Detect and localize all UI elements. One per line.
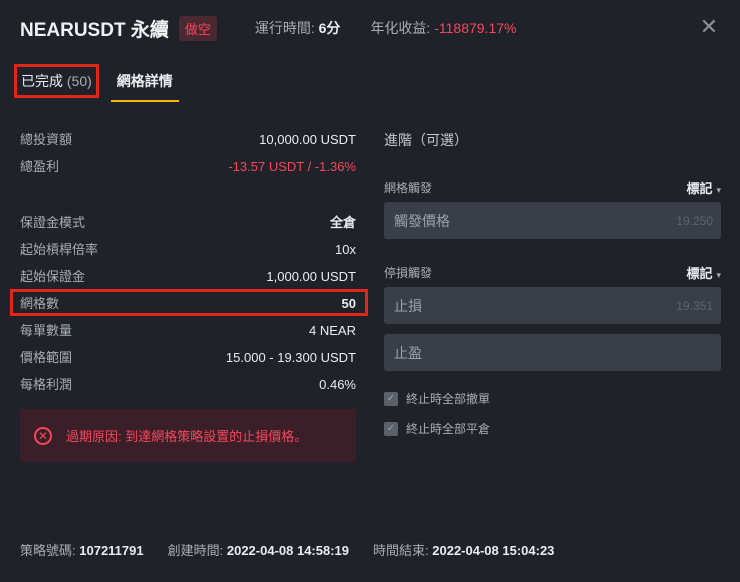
- strategy-id: 策略號碼: 107211791: [20, 540, 144, 559]
- input-value: 19.351: [676, 298, 713, 313]
- annual-return-value: -118879.17%: [434, 20, 517, 36]
- stop-trigger-header: 停損觸發 標記 ▾: [384, 263, 721, 281]
- detail-row-qty-per-order: 每單數量 4 NEAR: [20, 317, 356, 344]
- short-badge: 做空: [178, 15, 217, 41]
- input-placeholder: 止盈: [394, 344, 422, 361]
- detail-label: 起始槓桿倍率: [20, 242, 99, 257]
- detail-row-price-range: 價格範圍 15.000 - 19.300 USDT: [20, 344, 356, 371]
- detail-label: 每格利潤: [20, 377, 73, 392]
- detail-label: 起始保證金: [20, 269, 86, 284]
- tab-completed-count: (50): [66, 73, 92, 89]
- expiry-alert: ✕ 過期原因: 到達網格策略設置的止損價格。: [20, 409, 356, 462]
- tab-completed[interactable]: 已完成 (50): [14, 64, 99, 98]
- trigger-price-input[interactable]: 觸發價格 19.250: [384, 202, 721, 239]
- created-time-label: 創建時間:: [167, 543, 224, 558]
- detail-value: 10,000.00 USDT: [259, 132, 356, 147]
- input-value: 19.250: [676, 213, 713, 228]
- detail-row-total-profit: 總盈利 -13.57 USDT / -1.36%: [20, 153, 356, 180]
- detail-row-margin-mode: 保證金模式 全倉: [20, 209, 356, 236]
- end-time-value: 2022-04-08 15:04:23: [432, 543, 555, 558]
- cancel-all-checkbox[interactable]: ✓: [384, 391, 398, 406]
- input-placeholder: 止損: [394, 297, 422, 314]
- advanced-panel: 進階（可選） 網格觸發 標記 ▾ 觸發價格 19.250 停損觸發 標記 ▾ 止損 …: [384, 126, 721, 436]
- detail-value: 0.46%: [319, 377, 356, 392]
- detail-row-total-investment: 總投資額 10,000.00 USDT: [20, 126, 356, 153]
- error-icon: ✕: [34, 426, 52, 445]
- footer: 策略號碼: 107211791 創建時間: 2022-04-08 14:58:1…: [20, 540, 554, 559]
- select-value: 標記: [686, 180, 713, 196]
- header: NEARUSDT 永續 做空 運行時間: 6分 年化收益: -118879.17…: [20, 14, 720, 42]
- stop-loss-input[interactable]: 止損 19.351: [384, 287, 721, 324]
- grid-details-panel: 總投資額 10,000.00 USDT 總盈利 -13.57 USDT / -1…: [20, 126, 356, 398]
- select-value: 標記: [686, 265, 713, 281]
- tab-completed-label: 已完成: [21, 73, 63, 89]
- detail-label: 總盈利: [20, 159, 60, 174]
- close-all-checkbox[interactable]: ✓: [384, 421, 398, 436]
- detail-label: 保證金模式: [20, 215, 86, 230]
- detail-value: 4 NEAR: [309, 323, 356, 338]
- detail-value: 15.000 - 19.300 USDT: [225, 350, 356, 365]
- annual-return-label: 年化收益:: [370, 20, 431, 36]
- detail-value: 全倉: [329, 215, 356, 230]
- cancel-all-on-stop-option: ✓ 終止時全部撤單: [384, 391, 721, 406]
- checkbox-label: 終止時全部平倉: [406, 422, 491, 436]
- detail-value: -13.57 USDT / -1.36%: [228, 159, 356, 174]
- detail-label: 每單數量: [20, 323, 73, 338]
- runtime-value: 6分: [318, 20, 341, 36]
- tab-bar: 已完成 (50) 網格詳情: [14, 64, 179, 104]
- strategy-id-value: 107211791: [79, 543, 144, 558]
- detail-label: 總投資額: [20, 132, 73, 147]
- detail-row-profit-per-grid: 每格利潤 0.46%: [20, 371, 356, 398]
- annual-return: 年化收益: -118879.17%: [370, 18, 516, 38]
- detail-row-leverage: 起始槓桿倍率 10x: [20, 236, 356, 263]
- detail-row-initial-margin: 起始保證金 1,000.00 USDT: [20, 263, 356, 290]
- input-placeholder: 觸發價格: [394, 212, 450, 229]
- stop-trigger-price-type-select[interactable]: 標記 ▾: [686, 263, 721, 282]
- checkbox-label: 終止時全部撤單: [406, 392, 491, 406]
- end-time-label: 時間結束:: [373, 543, 429, 558]
- page-title: NEARUSDT 永續: [20, 19, 169, 41]
- created-time-value: 2022-04-08 14:58:19: [226, 543, 350, 558]
- end-time: 時間結束: 2022-04-08 15:04:23: [373, 540, 554, 559]
- grid-trigger-price-type-select[interactable]: 標記 ▾: [686, 178, 721, 197]
- created-time: 創建時間: 2022-04-08 14:58:19: [168, 540, 349, 559]
- chevron-down-icon: ▾: [716, 184, 721, 195]
- runtime: 運行時間: 6分: [255, 18, 341, 38]
- grid-trigger-label: 網格觸發: [384, 180, 433, 195]
- close-icon[interactable]: ✕: [698, 16, 720, 38]
- close-all-on-stop-option: ✓ 終止時全部平倉: [384, 421, 721, 436]
- detail-value: 10x: [335, 242, 356, 257]
- stop-trigger-label: 停損觸發: [384, 265, 433, 280]
- grid-count-highlight-box: [10, 289, 368, 316]
- detail-label: 價格範圍: [20, 350, 73, 365]
- take-profit-input[interactable]: 止盈: [384, 334, 721, 371]
- advanced-title: 進階（可選）: [384, 132, 468, 148]
- runtime-label: 運行時間:: [254, 20, 315, 36]
- tab-grid-details[interactable]: 網格詳情: [110, 64, 179, 102]
- alert-text: 過期原因: 到達網格策略設置的止損價格。: [66, 429, 308, 444]
- strategy-id-label: 策略號碼:: [20, 543, 76, 558]
- detail-value: 1,000.00 USDT: [266, 269, 356, 284]
- grid-trigger-header: 網格觸發 標記 ▾: [384, 178, 721, 196]
- chevron-down-icon: ▾: [716, 269, 721, 280]
